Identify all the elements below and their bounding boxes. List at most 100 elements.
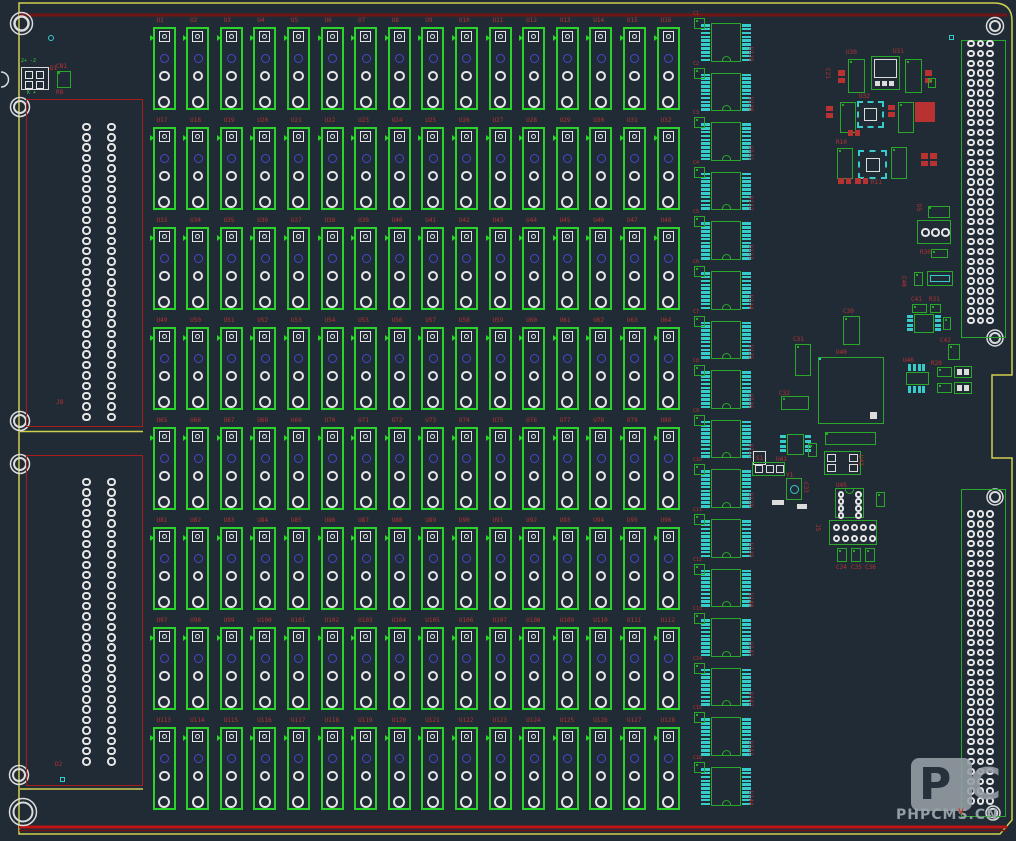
relay-footprint[interactable] bbox=[421, 27, 444, 110]
relay-footprint[interactable] bbox=[287, 27, 310, 110]
relay-footprint[interactable] bbox=[153, 527, 176, 610]
bypass-cap[interactable] bbox=[694, 18, 705, 29]
relay-footprint[interactable] bbox=[657, 627, 680, 710]
relay-footprint[interactable] bbox=[455, 527, 478, 610]
relay-footprint[interactable] bbox=[657, 427, 680, 510]
relay-footprint[interactable] bbox=[153, 327, 176, 410]
ic-footprint[interactable]: C5U133 bbox=[701, 221, 751, 261]
smd-part[interactable] bbox=[851, 548, 861, 562]
relay-footprint[interactable] bbox=[220, 727, 243, 810]
smd-part[interactable] bbox=[954, 382, 972, 394]
bypass-cap[interactable] bbox=[694, 117, 705, 128]
ic-footprint[interactable]: C12U140 bbox=[701, 569, 751, 609]
relay-footprint[interactable] bbox=[354, 427, 377, 510]
chip-resistor[interactable] bbox=[888, 105, 895, 117]
relay-footprint[interactable] bbox=[556, 427, 579, 510]
relay-footprint[interactable] bbox=[489, 627, 512, 710]
relay-footprint[interactable] bbox=[153, 727, 176, 810]
bypass-cap[interactable] bbox=[694, 266, 705, 277]
relay-footprint[interactable] bbox=[153, 627, 176, 710]
bypass-cap[interactable] bbox=[694, 564, 705, 575]
pad3-part[interactable] bbox=[752, 462, 785, 476]
bypass-cap[interactable] bbox=[694, 68, 705, 79]
relay-footprint[interactable] bbox=[186, 227, 209, 310]
relay-footprint[interactable] bbox=[388, 127, 411, 210]
pad4-part[interactable] bbox=[824, 451, 861, 475]
relay-footprint[interactable] bbox=[287, 227, 310, 310]
relay-footprint[interactable] bbox=[556, 327, 579, 410]
relay-footprint[interactable] bbox=[589, 27, 612, 110]
relay-footprint[interactable] bbox=[388, 327, 411, 410]
relay-footprint[interactable] bbox=[455, 327, 478, 410]
relay-footprint[interactable] bbox=[522, 327, 545, 410]
relay-footprint[interactable] bbox=[388, 727, 411, 810]
relay-footprint[interactable] bbox=[253, 327, 276, 410]
ic-footprint[interactable]: C2U130 bbox=[701, 73, 751, 113]
ic-footprint[interactable]: C14U142 bbox=[701, 668, 751, 708]
smd-part[interactable] bbox=[837, 148, 853, 179]
relay-footprint[interactable] bbox=[287, 527, 310, 610]
relay-footprint[interactable] bbox=[220, 227, 243, 310]
header-footprint[interactable] bbox=[825, 432, 876, 445]
smd-part[interactable] bbox=[905, 59, 922, 93]
relay-footprint[interactable] bbox=[623, 127, 646, 210]
ic-footprint[interactable]: C15U143 bbox=[701, 717, 751, 757]
relay-footprint[interactable] bbox=[287, 727, 310, 810]
relay-footprint[interactable] bbox=[220, 27, 243, 110]
pin-header-2x5[interactable] bbox=[829, 520, 877, 545]
soic-footprint[interactable] bbox=[927, 263, 953, 294]
relay-footprint[interactable] bbox=[556, 127, 579, 210]
relay-footprint[interactable] bbox=[220, 427, 243, 510]
header-footprint[interactable] bbox=[928, 206, 950, 218]
relay-footprint[interactable] bbox=[186, 427, 209, 510]
relay-footprint[interactable] bbox=[287, 427, 310, 510]
smd-part[interactable] bbox=[808, 443, 817, 457]
smd-part[interactable] bbox=[928, 78, 936, 88]
relay-footprint[interactable] bbox=[388, 27, 411, 110]
smd-part[interactable] bbox=[948, 344, 960, 360]
relay-footprint[interactable] bbox=[489, 327, 512, 410]
soic-footprint[interactable] bbox=[906, 364, 929, 393]
ic-footprint[interactable]: C3U131 bbox=[701, 122, 751, 162]
relay-footprint[interactable] bbox=[321, 227, 344, 310]
relay-footprint[interactable] bbox=[321, 327, 344, 410]
relay-footprint[interactable] bbox=[421, 627, 444, 710]
ic-footprint[interactable]: C1U129 bbox=[701, 23, 751, 63]
relay-footprint[interactable] bbox=[657, 327, 680, 410]
relay-footprint[interactable] bbox=[354, 227, 377, 310]
relay-footprint[interactable] bbox=[321, 627, 344, 710]
soic-footprint[interactable] bbox=[780, 434, 811, 455]
relay-footprint[interactable] bbox=[556, 527, 579, 610]
smd-part[interactable] bbox=[837, 548, 847, 562]
smd-part[interactable] bbox=[843, 316, 860, 345]
relay-footprint[interactable] bbox=[354, 727, 377, 810]
chip-resistor[interactable] bbox=[930, 153, 937, 166]
relay-footprint[interactable] bbox=[153, 27, 176, 110]
smd-part[interactable] bbox=[891, 147, 907, 179]
smd-part[interactable] bbox=[937, 367, 952, 377]
crystal-footprint[interactable] bbox=[786, 478, 802, 500]
relay-footprint[interactable] bbox=[489, 27, 512, 110]
relay-footprint[interactable] bbox=[623, 27, 646, 110]
chip-resistor[interactable] bbox=[838, 178, 851, 184]
smd-part[interactable] bbox=[914, 272, 923, 286]
relay-footprint[interactable] bbox=[153, 227, 176, 310]
relay-footprint[interactable] bbox=[522, 27, 545, 110]
relay-footprint[interactable] bbox=[253, 27, 276, 110]
relay-footprint[interactable] bbox=[657, 27, 680, 110]
chip-resistor[interactable] bbox=[848, 130, 860, 136]
smd-part[interactable] bbox=[795, 344, 811, 376]
relay-footprint[interactable] bbox=[388, 627, 411, 710]
bypass-cap[interactable] bbox=[694, 415, 705, 426]
bypass-cap[interactable] bbox=[694, 712, 705, 723]
relay-footprint[interactable] bbox=[388, 527, 411, 610]
relay-footprint[interactable] bbox=[287, 627, 310, 710]
relay-footprint[interactable] bbox=[321, 527, 344, 610]
pcb-canvas[interactable]: 2+ -2 K + D1 U1U2U3U4U5U6U7U8U9U10U11U12… bbox=[0, 0, 1016, 841]
relay-footprint[interactable] bbox=[657, 227, 680, 310]
relay-footprint[interactable] bbox=[153, 427, 176, 510]
relay-footprint[interactable] bbox=[623, 427, 646, 510]
chip-resistor[interactable] bbox=[921, 153, 928, 166]
relay-footprint[interactable] bbox=[186, 127, 209, 210]
relay-footprint[interactable] bbox=[589, 327, 612, 410]
